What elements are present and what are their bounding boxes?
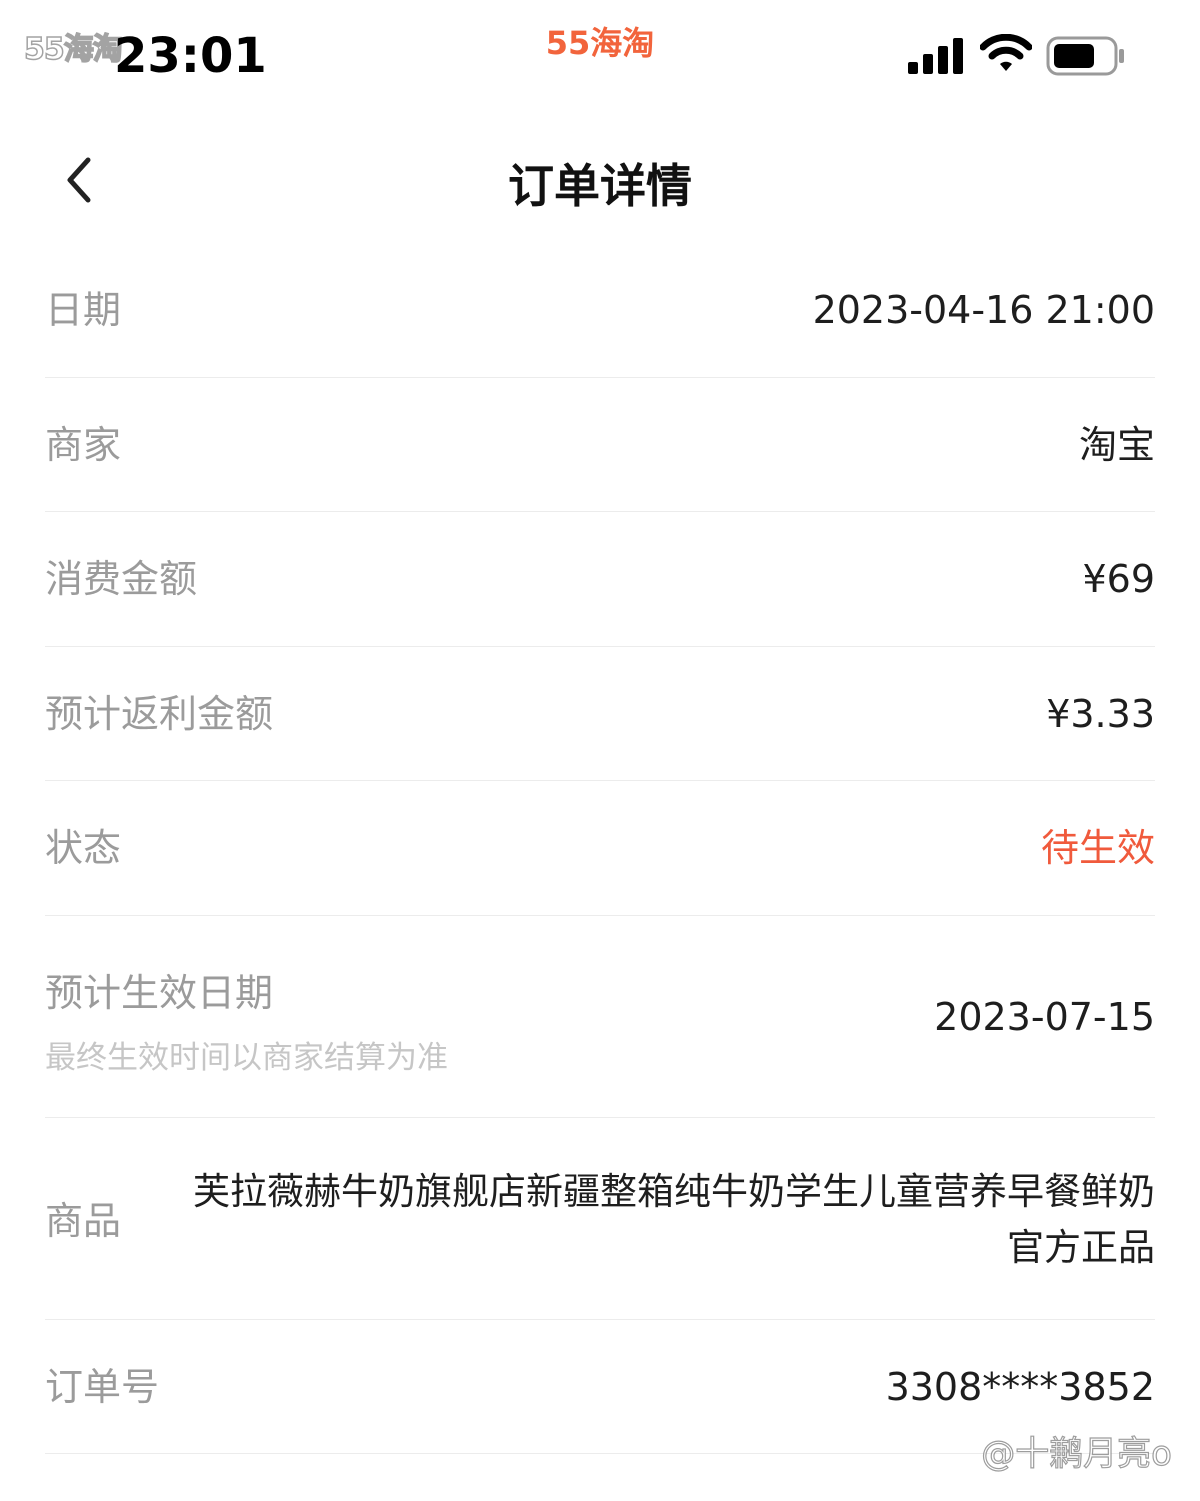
merchant-value: 淘宝 [1078, 422, 1155, 467]
order-number-label: 订单号 [45, 1364, 160, 1409]
nav-bar: 订单详情 [0, 120, 1200, 240]
detail-row-product: 商品 芙拉薇赫牛奶旗舰店新疆整箱纯牛奶学生儿童营养早餐鲜奶官方正品 [45, 1118, 1155, 1320]
date-label: 日期 [45, 288, 122, 332]
detail-row-merchant: 商家 淘宝 [45, 378, 1155, 512]
date-value: 2023-04-16 21:00 [812, 288, 1155, 332]
status-label: 状态 [45, 826, 122, 870]
detail-row-date: 日期 2023-04-16 21:00 [45, 243, 1155, 378]
status-badge: 待生效 [1040, 826, 1155, 870]
battery-icon [1046, 36, 1124, 76]
effective-date-label: 预计生效日期 [45, 970, 274, 1015]
detail-row-status: 状态 待生效 [45, 781, 1155, 916]
product-label: 商品 [45, 1198, 122, 1243]
watermark-signature: @十鹣月亮o [981, 1433, 1173, 1474]
rebate-value: ¥3.33 [1046, 691, 1155, 736]
order-detail-list: 日期 2023-04-16 21:00 商家 淘宝 消费金额 ¥69 预计返利金… [45, 243, 1155, 1454]
page-title: 订单详情 [508, 159, 692, 213]
detail-row-effective-date: 预计生效日期 最终生效时间以商家结算为准 2023-07-15 [45, 916, 1155, 1118]
amount-value: ¥69 [1082, 557, 1155, 601]
amount-label: 消费金额 [45, 557, 198, 601]
wifi-icon [980, 34, 1032, 71]
effective-date-value: 2023-07-15 [934, 994, 1155, 1039]
product-name[interactable]: 芙拉薇赫牛奶旗舰店新疆整箱纯牛奶学生儿童营养早餐鲜奶官方正品 [173, 1164, 1155, 1276]
rebate-label: 预计返利金额 [45, 691, 274, 736]
merchant-label: 商家 [45, 422, 122, 467]
effective-date-note: 最终生效时间以商家结算为准 [45, 1039, 448, 1076]
detail-row-amount: 消费金额 ¥69 [45, 512, 1155, 647]
cellular-signal-icon [908, 38, 963, 74]
status-bar: 55海淘 23:01 55海淘 [0, 0, 1200, 100]
detail-row-rebate: 预计返利金额 ¥3.33 [45, 647, 1155, 781]
